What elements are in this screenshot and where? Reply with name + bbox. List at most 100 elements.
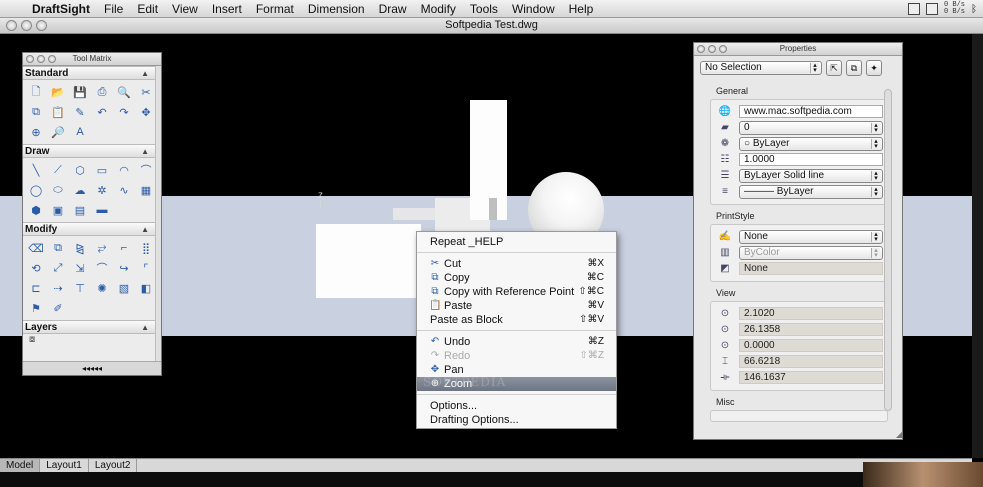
erase-icon[interactable]: ⌫ [26,238,46,258]
edit-hatch-icon[interactable]: ⚑ [26,298,46,318]
menu-insert[interactable]: Insert [212,2,242,16]
layer-manager-row[interactable]: ⧇ [23,334,161,348]
menu-options[interactable]: Options... [417,399,616,413]
circle-icon[interactable]: ◯ [26,180,46,200]
break-icon[interactable]: ⇢ [48,278,68,298]
tab-layout1[interactable]: Layout1 [40,459,89,472]
chamfer-icon[interactable]: ⊏ [26,278,46,298]
menu-app-name[interactable]: DraftSight [32,2,90,16]
close-window-button[interactable] [6,20,17,31]
tab-model[interactable]: Model [0,459,41,472]
cloud-icon[interactable]: ☁ [70,180,90,200]
tool-matrix-titlebar[interactable]: Tool Matrix [23,53,161,66]
properties-icon[interactable]: ◧ [136,278,156,298]
network-monitor[interactable]: 0 B/s 0 B/s [944,2,965,16]
document-icon[interactable] [925,3,938,15]
match-properties-icon[interactable]: ✎ [70,102,90,122]
menu-help[interactable]: Help [569,2,594,16]
menu-view[interactable]: View [172,2,198,16]
polyline-icon[interactable]: ⌒ [136,160,156,180]
insert-block-icon[interactable]: ▣ [48,200,68,220]
text-style-icon[interactable]: A [70,122,90,142]
scale-icon[interactable]: ⤢ [48,258,68,278]
menu-paste-block[interactable]: Paste as Block ⇧⌘V [417,313,616,327]
cut-icon[interactable]: ✂ [136,82,156,102]
menu-cut[interactable]: ✂ Cut ⌘X [417,257,616,271]
collapse-arrow-icon[interactable]: ▲ [141,67,149,80]
collapse-arrow-icon[interactable]: ▲ [141,321,149,334]
tool-matrix-zoom-button[interactable] [48,55,56,63]
menu-modify[interactable]: Modify [421,2,456,16]
section-layers[interactable]: Layers ▲ [23,320,161,334]
tool-matrix-minimize-button[interactable] [37,55,45,63]
menu-undo[interactable]: ↶ Undo ⌘Z [417,335,616,349]
bluetooth-icon[interactable]: ᛒ [971,4,977,15]
print-preview-icon[interactable]: 🔍 [114,82,134,102]
menu-drafting-options[interactable]: Drafting Options... [417,413,616,427]
printstyle-dropdown[interactable]: None ▴ ▾ [739,229,883,244]
layer-manager-icon[interactable]: ⧇ [29,334,35,345]
copy-entity-icon[interactable]: ⧉ [48,238,68,258]
color-dropdown[interactable]: ○ ByLayer ▴ ▾ [739,136,883,151]
extend-icon[interactable]: ↪ [114,258,134,278]
pan-icon[interactable]: ✥ [136,102,156,122]
hyperlink-field[interactable]: www.mac.softpedia.com [739,105,883,118]
zoom-window-icon[interactable]: ⊕ [26,122,46,142]
menu-redo[interactable]: ↷ Redo ⇧⌘Z [417,349,616,363]
tool-matrix-collapse-bar[interactable]: ◂◂◂◂◂ [23,361,161,375]
mirror-icon[interactable]: ⧎ [70,238,90,258]
paste-icon[interactable]: 📋 [48,102,68,122]
polygon-icon[interactable]: ⬡ [70,160,90,180]
menu-dimension[interactable]: Dimension [308,2,365,16]
menu-edit[interactable]: Edit [137,2,158,16]
edit-text-icon[interactable]: ✐ [48,298,68,318]
block-icon[interactable]: ⬢ [26,200,46,220]
rectangle-icon[interactable]: ▭ [92,160,112,180]
minimize-window-button[interactable] [21,20,32,31]
move-icon[interactable]: ⊤ [70,278,90,298]
table-icon[interactable]: ▤ [70,200,90,220]
properties-close-button[interactable] [697,45,705,53]
open-folder-icon[interactable]: 📂 [48,82,68,102]
menu-draw[interactable]: Draw [379,2,407,16]
copy-icon[interactable]: ⧉ [26,102,46,122]
menu-copy[interactable]: ⧉ Copy ⌘C [417,271,616,285]
infinite-line-icon[interactable]: ⟋ [48,160,68,180]
explode-icon[interactable]: ✺ [92,278,112,298]
spline-icon[interactable]: ∿ [114,180,134,200]
menu-file[interactable]: File [104,2,123,16]
collapse-arrow-icon[interactable]: ▲ [141,223,149,236]
menu-copy-reference[interactable]: ⧉ Copy with Reference Point ⇧⌘C [417,285,616,299]
section-modify[interactable]: Modify ▲ [23,222,161,236]
menu-format[interactable]: Format [256,2,294,16]
menu-window[interactable]: Window [512,2,555,16]
properties-scrollbar[interactable] [884,89,892,411]
section-draw[interactable]: Draw ▲ [23,144,161,158]
tab-layout2[interactable]: Layout2 [89,459,138,472]
print-icon[interactable]: ⎙ [92,82,112,102]
menu-tools[interactable]: Tools [470,2,498,16]
quick-select-button[interactable]: ⧉ [846,60,862,76]
print-color-dropdown[interactable]: ByColor ▴ ▾ [739,245,883,260]
offset-icon[interactable]: ⥂ [92,238,112,258]
stretch-icon[interactable]: ⇲ [70,258,90,278]
tool-matrix-scrollbar[interactable] [155,66,161,362]
lineweight-dropdown[interactable]: ——— ByLayer ▴ ▾ [739,184,883,199]
selection-dropdown[interactable]: No Selection ▴ ▾ [700,61,822,75]
properties-zoom-button[interactable] [719,45,727,53]
collapse-arrow-icon[interactable]: ▲ [141,145,149,158]
linescale-field[interactable]: 1.0000 [739,153,883,166]
properties-minimize-button[interactable] [708,45,716,53]
zoom-window-button[interactable] [36,20,47,31]
arc-icon[interactable]: ◠ [114,160,134,180]
menu-paste[interactable]: 📋 Paste ⌘V [417,299,616,313]
zoom-icon[interactable]: 🔎 [48,122,68,142]
array-icon[interactable]: ⣿ [136,238,156,258]
ellipse-icon[interactable]: ⬭ [48,180,68,200]
resize-grip-icon[interactable]: ◢ [896,430,902,439]
fillet-icon[interactable]: ⌜ [136,258,156,278]
toggle-pickadd-button[interactable]: ✦ [866,60,882,76]
trim-icon[interactable]: ⌒ [92,258,112,278]
undo-icon[interactable]: ↶ [92,102,112,122]
save-icon[interactable]: 💾 [70,82,90,102]
